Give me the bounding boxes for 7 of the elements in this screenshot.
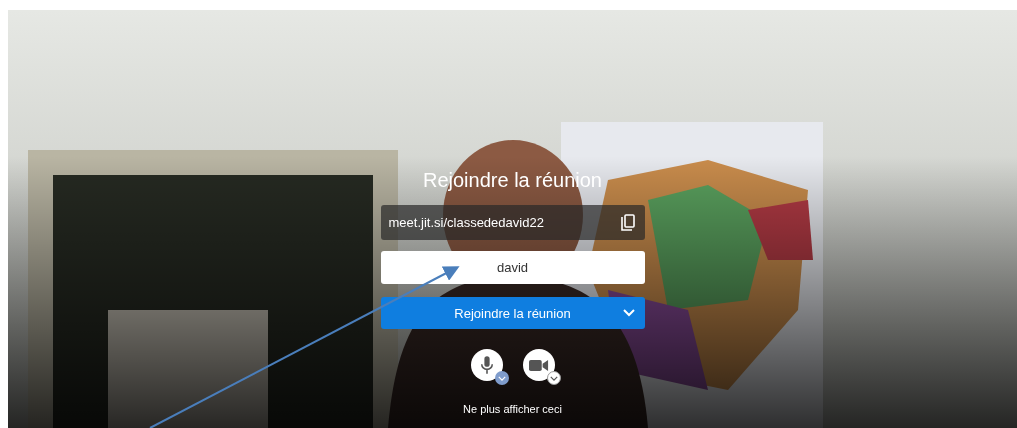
name-input-field[interactable]: david	[380, 251, 645, 284]
camera-icon	[528, 358, 549, 372]
meeting-url: meet.jit.si/classededavid22	[388, 215, 544, 230]
microphone-icon	[479, 355, 494, 375]
copy-icon[interactable]	[620, 214, 635, 231]
dont-show-again-text[interactable]: Ne plus afficher ceci	[463, 403, 562, 415]
join-meeting-button[interactable]: Rejoindre la réunion	[380, 297, 645, 329]
